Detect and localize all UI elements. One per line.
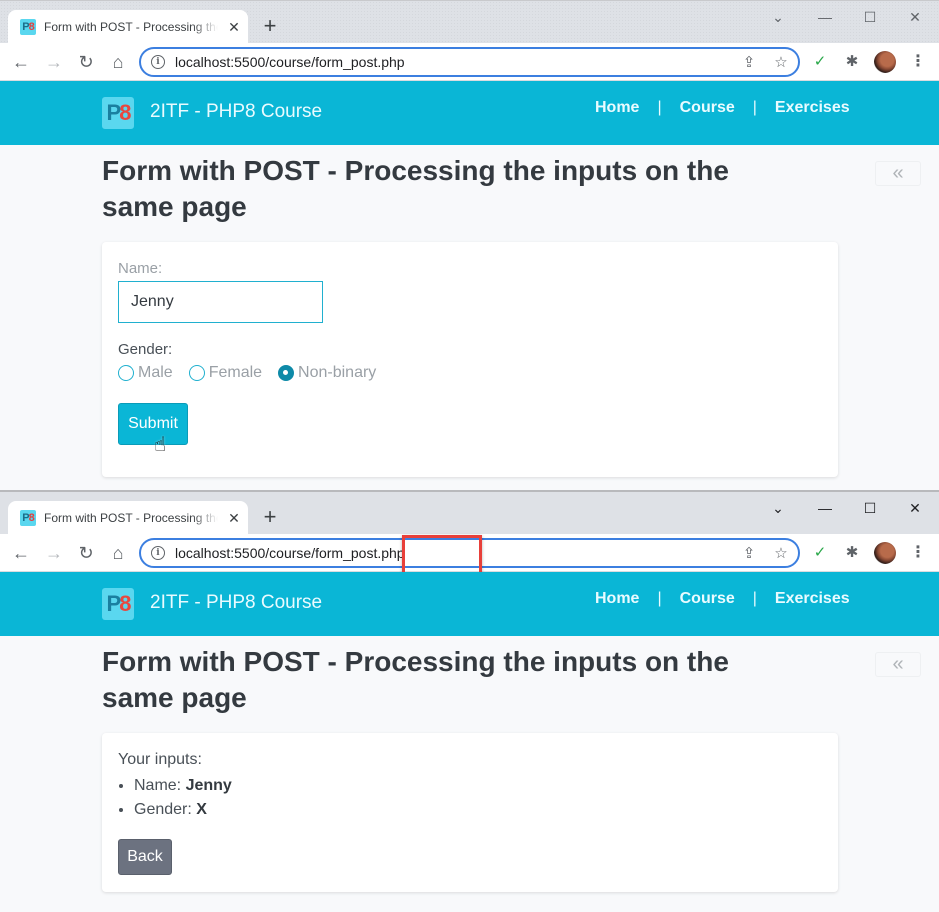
- site-header: P8 2ITF - PHP8 Course Home | Course | Ex…: [0, 572, 939, 636]
- collapse-sidebar-button[interactable]: «: [875, 652, 921, 677]
- hand-pointer-cursor-icon: ☝: [154, 434, 167, 456]
- brand-name[interactable]: 2ITF - PHP8 Course: [150, 592, 322, 614]
- nav-home[interactable]: Home: [595, 99, 639, 117]
- gender-option-nonbinary[interactable]: Non-binary: [278, 364, 376, 382]
- home-icon[interactable]: ⌂: [106, 50, 130, 74]
- brand-logo[interactable]: P8: [102, 588, 134, 620]
- close-window-button[interactable]: ✕: [903, 498, 927, 518]
- tab-strip: P8 Form with POST - Processing the input…: [0, 492, 939, 535]
- main-nav: Home | Course | Exercises: [595, 99, 850, 117]
- nav-course[interactable]: Course: [680, 590, 735, 608]
- extension-check-icon[interactable]: ✓: [810, 543, 830, 563]
- gender-value: X: [196, 801, 207, 818]
- radio-label: Non-binary: [298, 364, 377, 381]
- url-text[interactable]: localhost:5500/course/form_post.php: [175, 545, 405, 561]
- url-highlight-annotation: [402, 535, 482, 576]
- inputs-title: Your inputs:: [118, 751, 202, 768]
- name-input[interactable]: [118, 281, 323, 323]
- name-label: Name:: [118, 260, 163, 277]
- nav-exercises[interactable]: Exercises: [775, 99, 850, 117]
- nav-exercises[interactable]: Exercises: [775, 590, 850, 608]
- close-tab-icon[interactable]: ✕: [226, 19, 242, 36]
- reload-icon[interactable]: ↻: [74, 50, 98, 74]
- favicon-icon: P8: [20, 19, 36, 35]
- list-item-gender: Gender: X: [134, 798, 232, 822]
- browser-toolbar: ← → ↻ ⌂ i localhost:5500/course/form_pos…: [0, 43, 939, 81]
- nav-separator: |: [752, 590, 757, 607]
- minimize-button[interactable]: —: [813, 498, 837, 518]
- address-bar[interactable]: i localhost:5500/course/form_post.php ⇪ …: [139, 47, 800, 77]
- share-icon[interactable]: ⇪: [739, 53, 759, 71]
- back-arrow-icon[interactable]: ←: [9, 50, 33, 74]
- extensions-puzzle-icon[interactable]: ✱: [842, 543, 862, 563]
- gender-radio-group: Male Female Non-binary: [118, 364, 392, 382]
- reload-icon[interactable]: ↻: [74, 541, 98, 565]
- nav-home[interactable]: Home: [595, 590, 639, 608]
- list-item-name: Name: Jenny: [134, 774, 232, 798]
- form-card: Name: Gender: Male Female Non-binary Sub…: [102, 242, 838, 477]
- back-button[interactable]: Back: [118, 839, 172, 875]
- main-nav: Home | Course | Exercises: [595, 590, 850, 608]
- browser-menu-icon[interactable]: ⋮: [908, 543, 928, 563]
- share-icon[interactable]: ⇪: [739, 544, 759, 562]
- tab-title: Form with POST - Processing the inputs o…: [44, 20, 218, 34]
- maximize-button[interactable]: ☐: [858, 498, 882, 518]
- forward-arrow-icon[interactable]: →: [42, 541, 66, 565]
- gender-option-female[interactable]: Female: [188, 364, 263, 382]
- back-arrow-icon[interactable]: ←: [9, 541, 33, 565]
- radio-nonbinary[interactable]: [278, 365, 295, 381]
- favicon-icon: P8: [20, 510, 36, 526]
- extension-check-icon[interactable]: ✓: [810, 52, 830, 72]
- name-value: Jenny: [185, 777, 232, 794]
- forward-arrow-icon[interactable]: →: [42, 50, 66, 74]
- radio-label: Male: [138, 364, 173, 381]
- close-window-button[interactable]: ✕: [903, 7, 927, 27]
- new-tab-button[interactable]: +: [258, 504, 282, 530]
- nav-course[interactable]: Course: [680, 99, 735, 117]
- profile-avatar[interactable]: [874, 542, 896, 564]
- bookmark-star-icon[interactable]: ☆: [771, 544, 791, 562]
- browser-window-result: P8 Form with POST - Processing the input…: [0, 490, 939, 912]
- home-icon[interactable]: ⌂: [106, 541, 130, 565]
- url-text[interactable]: localhost:5500/course/form_post.php: [175, 54, 405, 70]
- collapse-sidebar-button[interactable]: «: [875, 161, 921, 186]
- extensions-puzzle-icon[interactable]: ✱: [842, 52, 862, 72]
- tab-search-icon[interactable]: ⌄: [766, 498, 790, 518]
- nav-separator: |: [657, 590, 662, 607]
- site-header: P8 2ITF - PHP8 Course Home | Course | Ex…: [0, 81, 939, 145]
- browser-menu-icon[interactable]: ⋮: [908, 52, 928, 72]
- page-title: Form with POST - Processing the inputs o…: [102, 646, 729, 713]
- profile-avatar[interactable]: [874, 51, 896, 73]
- site-info-icon[interactable]: i: [151, 55, 165, 69]
- inputs-list: Name: Jenny Gender: X: [134, 774, 232, 822]
- brand-name[interactable]: 2ITF - PHP8 Course: [150, 101, 322, 123]
- page-title: Form with POST - Processing the inputs o…: [102, 155, 729, 222]
- radio-label: Female: [208, 364, 263, 381]
- gender-option-male[interactable]: Male: [118, 364, 173, 382]
- tab-title: Form with POST - Processing the inputs o…: [44, 511, 218, 525]
- gender-label: Gender:: [118, 341, 173, 358]
- site-info-icon[interactable]: i: [151, 546, 165, 560]
- radio-male[interactable]: [118, 365, 134, 381]
- browser-tab[interactable]: P8 Form with POST - Processing the input…: [8, 10, 248, 44]
- maximize-button[interactable]: ☐: [858, 7, 882, 27]
- brand-logo[interactable]: P8: [102, 97, 134, 129]
- browser-tab[interactable]: P8 Form with POST - Processing the input…: [8, 501, 248, 535]
- nav-separator: |: [657, 99, 662, 116]
- new-tab-button[interactable]: +: [258, 13, 282, 39]
- minimize-button[interactable]: —: [813, 7, 837, 27]
- bookmark-star-icon[interactable]: ☆: [771, 53, 791, 71]
- result-card: Your inputs: Name: Jenny Gender: X Back: [102, 733, 838, 892]
- radio-female[interactable]: [188, 365, 205, 381]
- tab-search-icon[interactable]: ⌄: [766, 7, 790, 27]
- browser-window-form: P8 Form with POST - Processing the input…: [0, 0, 939, 488]
- nav-separator: |: [752, 99, 757, 116]
- tab-strip: P8 Form with POST - Processing the input…: [0, 1, 939, 44]
- close-tab-icon[interactable]: ✕: [226, 510, 242, 527]
- submit-button[interactable]: Submit: [118, 403, 188, 445]
